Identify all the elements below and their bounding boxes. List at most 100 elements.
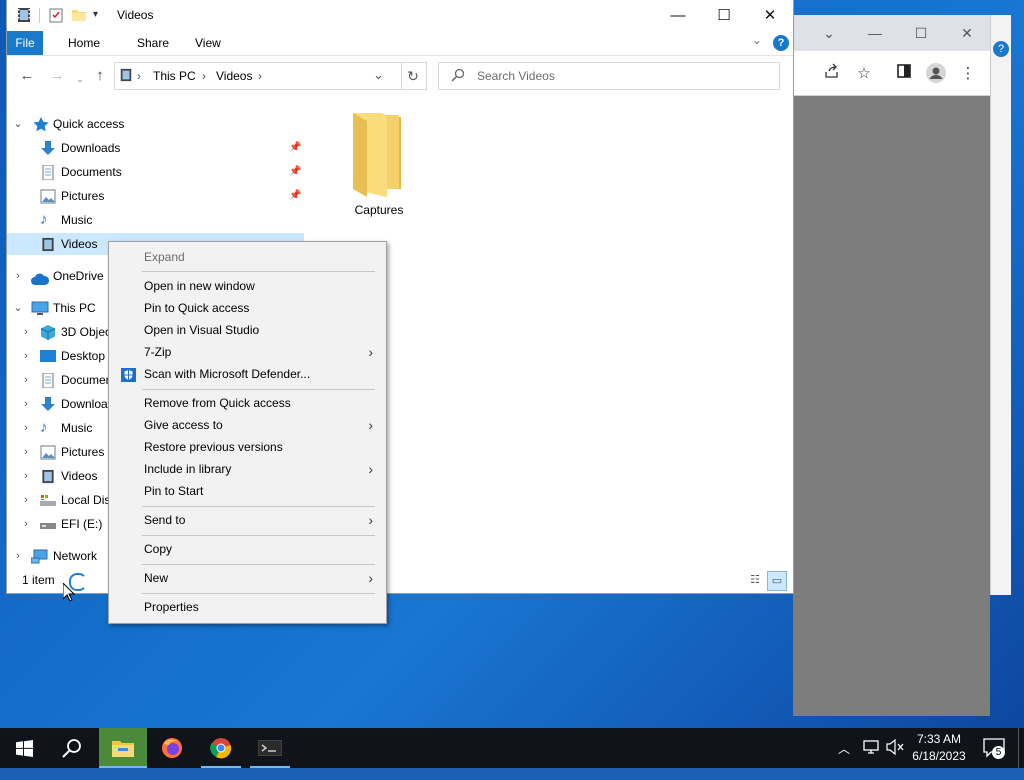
up-button[interactable]: ↑ — [89, 66, 111, 86]
menu-item-label: Open in Visual Studio — [144, 323, 260, 337]
submenu-arrow-icon: › — [368, 344, 373, 360]
chrome-close-button[interactable]: ✕ — [957, 23, 977, 43]
menu-item-copy[interactable]: Copy — [112, 538, 383, 560]
chevron-right-icon[interactable]: › — [20, 393, 32, 415]
taskbar-search-button[interactable] — [48, 728, 96, 768]
notification-center-button[interactable]: 5 — [983, 738, 1005, 778]
profile-icon[interactable] — [925, 63, 947, 85]
menu-item-restore-versions[interactable]: Restore previous versions — [112, 436, 383, 458]
desktop-icon — [40, 349, 56, 364]
chevron-right-icon[interactable]: › — [258, 69, 262, 83]
chevron-right-icon[interactable]: › — [20, 465, 32, 487]
menu-item-send-to[interactable]: Send to › — [112, 509, 383, 531]
help-icon[interactable]: ? — [993, 41, 1009, 57]
chrome-window[interactable]: ⌄ — ☐ ✕ ☆ ⋮ — [793, 15, 990, 716]
menu-item-pin-start[interactable]: Pin to Start — [112, 480, 383, 502]
menu-item-pin-quick-access[interactable]: Pin to Quick access — [112, 297, 383, 319]
more-icon[interactable]: ⋮ — [957, 63, 979, 85]
chevron-right-icon[interactable]: › — [20, 321, 32, 343]
chevron-right-icon[interactable]: › — [20, 417, 32, 439]
chevron-right-icon[interactable]: › — [12, 265, 24, 287]
start-button[interactable] — [0, 728, 48, 768]
network-icon[interactable] — [862, 739, 880, 779]
chevron-right-icon[interactable]: › — [137, 69, 141, 83]
show-desktop-button[interactable] — [1018, 728, 1024, 768]
tab-file[interactable]: File — [7, 31, 43, 55]
menu-item-include-library[interactable]: Include in library › — [112, 458, 383, 480]
menu-item-new[interactable]: New › — [112, 567, 383, 589]
new-folder-icon[interactable] — [71, 7, 87, 25]
chevron-right-icon[interactable]: › — [20, 513, 32, 535]
breadcrumb-videos[interactable]: Videos — [216, 69, 252, 83]
nav-quick-access[interactable]: ⌄ Quick access — [7, 113, 304, 135]
menu-item-properties[interactable]: Properties — [112, 596, 383, 618]
menu-item-7zip[interactable]: 7-Zip › — [112, 341, 383, 363]
search-input[interactable] — [475, 66, 769, 86]
share-icon[interactable] — [821, 63, 843, 85]
title-bar[interactable]: ▾ Videos — ☐ ✕ — [7, 0, 793, 31]
menu-item-expand[interactable]: Expand — [112, 246, 383, 268]
tab-view[interactable]: View — [195, 31, 221, 55]
explorer-app-icon[interactable] — [16, 7, 32, 25]
chrome-tab-search-icon[interactable]: ⌄ — [819, 23, 839, 43]
chrome-minimize-button[interactable]: — — [865, 23, 885, 43]
properties-icon[interactable] — [48, 7, 64, 25]
chevron-right-icon[interactable]: › — [20, 345, 32, 367]
taskbar-terminal[interactable] — [246, 728, 294, 768]
tab-share[interactable]: Share — [137, 31, 169, 55]
nav-quick-pictures[interactable]: Pictures 📌 — [7, 185, 304, 207]
folder-captures[interactable]: Captures — [339, 113, 419, 223]
chevron-down-icon[interactable]: ⌄ — [12, 297, 24, 319]
menu-item-remove-quick-access[interactable]: Remove from Quick access — [112, 392, 383, 414]
chrome-maximize-button[interactable]: ☐ — [911, 23, 931, 43]
star-icon[interactable]: ☆ — [853, 63, 875, 85]
back-button[interactable]: ← — [16, 66, 38, 86]
sidepanel-icon[interactable] — [893, 63, 915, 85]
menu-item-scan-defender[interactable]: Scan with Microsoft Defender... — [112, 363, 383, 385]
taskbar-file-explorer[interactable] — [99, 728, 147, 768]
minimize-button[interactable]: — — [655, 0, 701, 31]
menu-item-give-access[interactable]: Give access to › — [112, 414, 383, 436]
submenu-arrow-icon: › — [368, 417, 373, 433]
nav-label: Network — [53, 549, 98, 563]
chevron-down-icon[interactable]: ⌄ — [12, 113, 24, 135]
taskbar-chrome[interactable] — [197, 728, 245, 768]
details-view-button[interactable]: ☷ — [746, 571, 764, 589]
menu-item-open-new-window[interactable]: Open in new window — [112, 275, 383, 297]
expand-ribbon-icon[interactable]: ⌄ — [752, 33, 762, 47]
forward-button[interactable]: → — [46, 66, 68, 86]
tab-home[interactable]: Home — [68, 31, 100, 55]
show-hidden-icons-button[interactable]: ︿ — [838, 740, 850, 780]
search-box[interactable] — [438, 62, 780, 90]
nav-quick-downloads[interactable]: Downloads 📌 — [7, 137, 304, 159]
menu-item-open-visual-studio[interactable]: Open in Visual Studio — [112, 319, 383, 341]
maximize-button[interactable]: ☐ — [701, 0, 747, 31]
refresh-button[interactable]: ↻ — [400, 62, 427, 90]
nav-label: Videos — [61, 237, 98, 251]
taskbar-firefox[interactable] — [148, 728, 196, 768]
help-icon[interactable]: ? — [773, 35, 789, 51]
download-arrow-icon — [40, 141, 56, 156]
chevron-right-icon[interactable]: › — [12, 545, 24, 567]
customize-qat-icon[interactable]: ▾ — [93, 9, 98, 27]
close-button[interactable]: ✕ — [747, 0, 793, 31]
windows-logo-icon — [15, 740, 33, 760]
chrome-tabstrip[interactable]: ⌄ — ☐ ✕ — [793, 15, 990, 51]
nav-label: Pictures — [61, 445, 105, 459]
large-icons-view-button[interactable]: ▭ — [767, 571, 787, 591]
item-label: Captures — [354, 203, 404, 217]
menu-separator — [142, 389, 375, 390]
address-bar[interactable]: › This PC › Videos › ⌄ — [114, 62, 402, 90]
chevron-right-icon[interactable]: › — [20, 441, 32, 463]
nav-quick-music[interactable]: ♪ Music — [7, 209, 304, 231]
address-history-icon[interactable]: ⌄ — [373, 67, 384, 83]
breadcrumb-this-pc[interactable]: This PC — [153, 69, 196, 83]
recent-locations-icon[interactable]: ⌄ — [69, 69, 91, 89]
system-clock[interactable]: 7:33 AM 6/18/2023 — [898, 731, 980, 765]
nav-label: Downloads — [61, 141, 121, 155]
chevron-right-icon[interactable]: › — [20, 369, 32, 391]
chevron-right-icon[interactable]: › — [20, 489, 32, 511]
menu-separator — [142, 564, 375, 565]
nav-quick-documents[interactable]: Documents 📌 — [7, 161, 304, 183]
chevron-right-icon[interactable]: › — [202, 69, 206, 83]
